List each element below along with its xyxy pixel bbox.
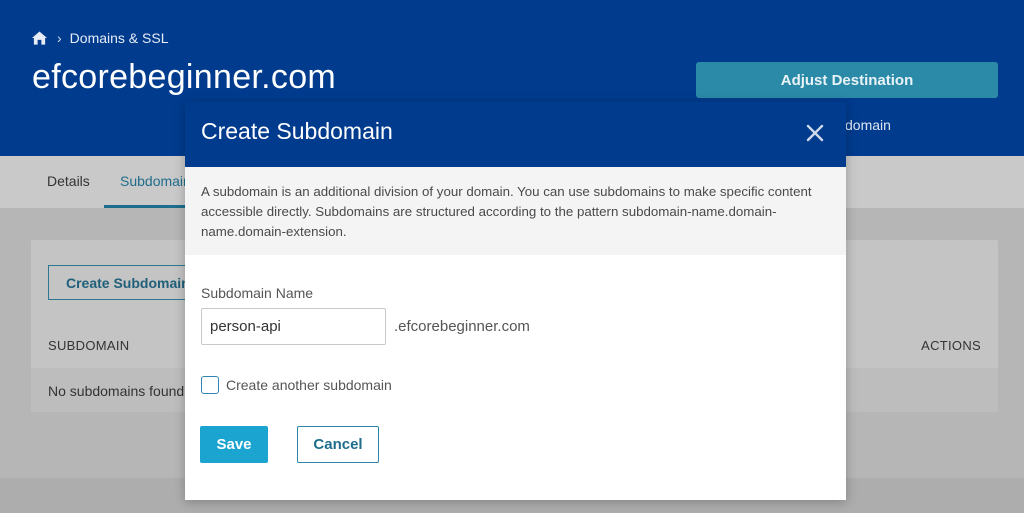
- modal-header: Create Subdomain: [185, 102, 846, 167]
- modal-title: Create Subdomain: [201, 118, 393, 144]
- save-button[interactable]: Save: [200, 426, 268, 463]
- header-domain-text: domain: [845, 117, 891, 133]
- subdomain-name-input[interactable]: [201, 308, 386, 345]
- create-subdomain-button[interactable]: Create Subdomain: [48, 265, 208, 300]
- create-subdomain-modal: Create Subdomain A subdomain is an addit…: [185, 102, 846, 500]
- create-another-checkbox[interactable]: [201, 376, 219, 394]
- close-icon[interactable]: [804, 122, 826, 144]
- modal-description: A subdomain is an additional division of…: [185, 167, 846, 255]
- create-another-subdomain-option[interactable]: Create another subdomain: [201, 376, 392, 394]
- page-title: efcorebeginner.com: [32, 58, 337, 96]
- adjust-destination-button[interactable]: Adjust Destination: [696, 62, 998, 98]
- home-icon[interactable]: [32, 31, 47, 45]
- domain-suffix: .efcorebeginner.com: [394, 318, 530, 335]
- subdomain-name-label: Subdomain Name: [201, 285, 314, 301]
- tab-details[interactable]: Details: [47, 173, 90, 189]
- cancel-button[interactable]: Cancel: [297, 426, 379, 463]
- column-header-actions: ACTIONS: [921, 338, 981, 353]
- empty-state-text: No subdomains found: [48, 383, 185, 399]
- breadcrumb: › Domains & SSL: [32, 30, 169, 46]
- breadcrumb-domains-ssl[interactable]: Domains & SSL: [70, 30, 169, 46]
- chevron-right-icon: ›: [57, 30, 62, 46]
- column-header-subdomain: SUBDOMAIN: [48, 338, 130, 353]
- create-another-label[interactable]: Create another subdomain: [226, 377, 392, 393]
